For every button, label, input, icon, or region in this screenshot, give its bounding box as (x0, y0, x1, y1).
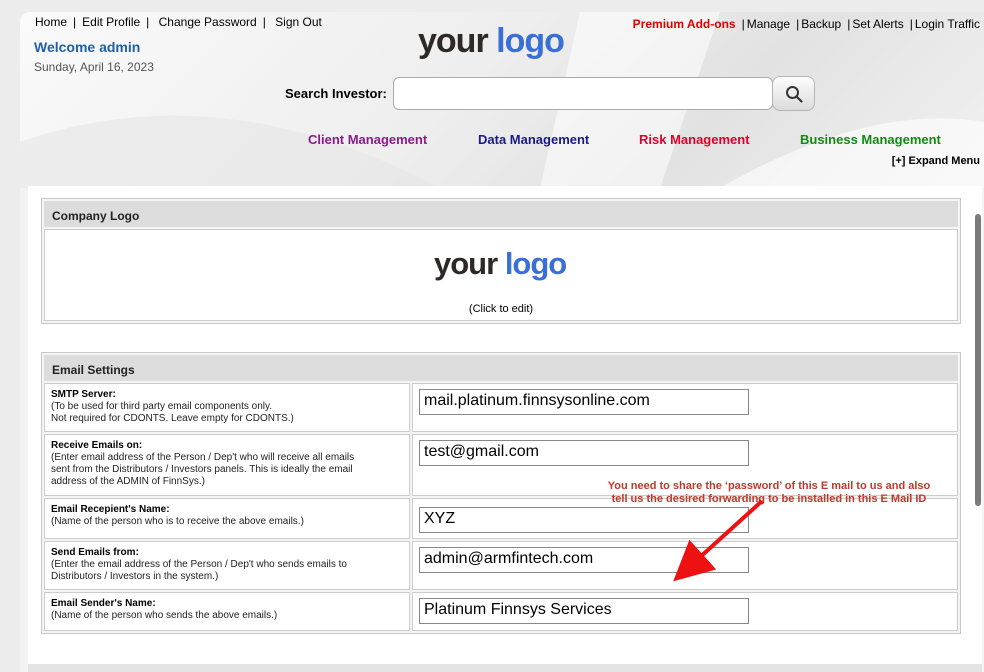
email-sender-name-row: Email Sender's Name: (Name of the person … (44, 592, 958, 631)
smtp-server-row: SMTP Server: (To be used for third party … (44, 383, 958, 432)
panel-title: Company Logo (44, 201, 958, 227)
settings-content: Company Logo your logo (Click to edit) E… (28, 186, 982, 672)
company-logo-panel: Company Logo your logo (Click to edit) (41, 198, 961, 324)
search-label: Search Investor: (285, 86, 387, 101)
annotation-note: You need to share the ‘password’ of this… (607, 480, 931, 505)
search-button[interactable] (772, 76, 815, 111)
field-label: SMTP Server: (To be used for third party … (44, 383, 410, 432)
panel-title: Email Settings (44, 355, 958, 381)
expand-menu-toggle[interactable]: [+] Expand Menu (892, 155, 980, 167)
backup-link[interactable]: Backup (801, 17, 841, 31)
menu-business-management[interactable]: Business Management (800, 132, 941, 147)
manage-link[interactable]: Manage (747, 17, 790, 31)
next-panel-header (28, 664, 982, 672)
home-link[interactable]: Home (35, 15, 67, 29)
field-label: Email Sender's Name: (Name of the person … (44, 592, 410, 631)
premium-addons-link[interactable]: Premium Add-ons (633, 17, 736, 31)
welcome-text: Welcome admin (34, 39, 141, 55)
receive-emails-input[interactable]: test@gmail.com (419, 440, 749, 466)
vertical-scrollbar[interactable] (974, 206, 982, 672)
login-traffic-link[interactable]: Login Traffic (915, 17, 980, 31)
field-label: Email Recepient's Name: (Name of the pers… (44, 498, 410, 539)
menu-data-management[interactable]: Data Management (478, 132, 589, 147)
send-emails-from-row: Send Emails from: (Enter the email addres… (44, 541, 958, 590)
search-icon (785, 85, 803, 103)
set-alerts-link[interactable]: Set Alerts (852, 17, 903, 31)
top-nav-right: Premium Add-ons | Manage | Backup | Set Alerts… (632, 17, 980, 31)
app-window: Home | Edit Profile | Change Password | Sign… (20, 12, 984, 672)
menu-risk-management[interactable]: Risk Management (639, 132, 750, 147)
header-logo[interactable]: your logo (418, 22, 565, 61)
sender-name-input[interactable]: Platinum Finnsys Services (419, 598, 749, 624)
recipient-name-input[interactable]: XYZ (419, 507, 749, 533)
field-label: Receive Emails on: (Enter email address o… (44, 434, 410, 496)
current-date: Sunday, April 16, 2023 (34, 60, 154, 74)
top-nav-left: Home | Edit Profile | Change Password | Sign… (35, 15, 322, 29)
send-emails-from-input[interactable]: admin@armfintech.com (419, 547, 749, 573)
menu-client-management[interactable]: Client Management (308, 132, 427, 147)
sign-out-link[interactable]: Sign Out (275, 15, 322, 29)
smtp-server-input[interactable]: mail.platinum.finnsysonline.com (419, 389, 749, 415)
company-logo-image[interactable]: your logo (434, 246, 567, 282)
scrollbar-thumb[interactable] (975, 214, 981, 506)
click-to-edit-hint[interactable]: (Click to edit) (45, 303, 957, 315)
field-label: Send Emails from: (Enter the email addres… (44, 541, 410, 590)
edit-profile-link[interactable]: Edit Profile (82, 15, 140, 29)
company-logo-editor[interactable]: your logo (Click to edit) (44, 229, 958, 321)
search-investor-input[interactable] (393, 77, 773, 110)
change-password-link[interactable]: Change Password (159, 15, 257, 29)
